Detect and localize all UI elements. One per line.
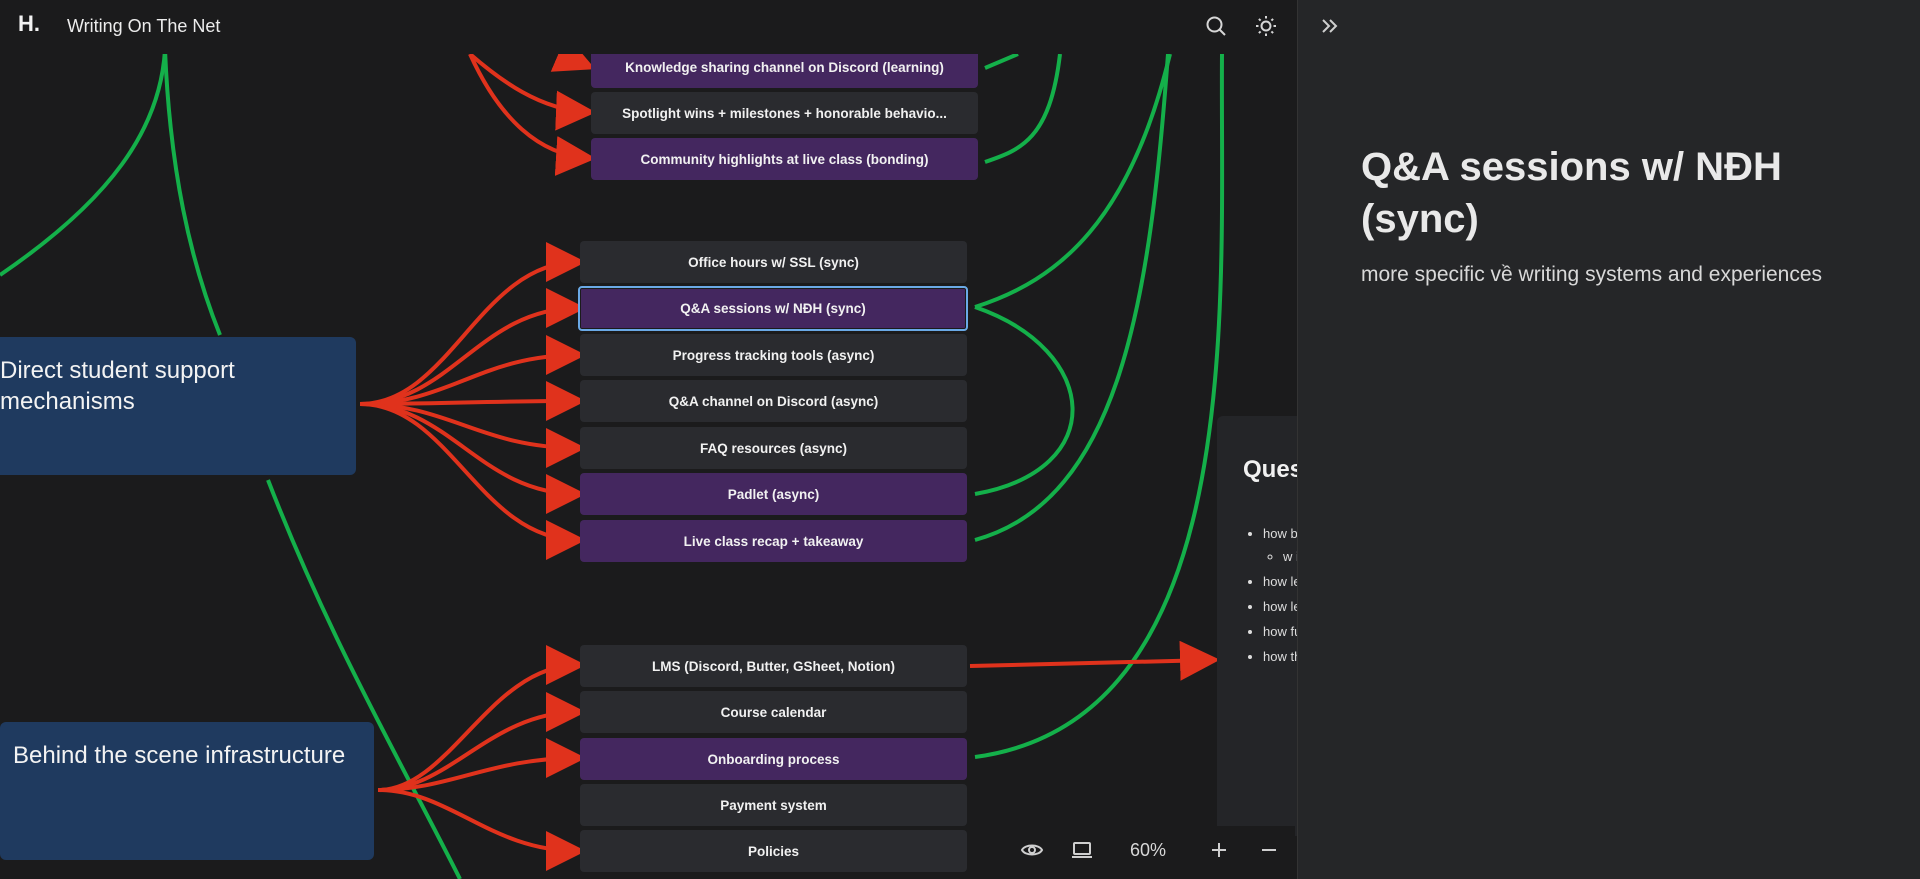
node-label: Live class recap + takeaway xyxy=(683,533,864,549)
node-label: Padlet (async) xyxy=(727,486,820,502)
list-item: how full s each xyxy=(1263,622,1297,641)
node-qa-sessions[interactable]: Q&A sessions w/ NĐH (sync) xyxy=(578,286,968,331)
list-item: how learn xyxy=(1263,572,1297,591)
node-label: Onboarding process xyxy=(707,751,840,767)
node-label: Q&A sessions w/ NĐH (sync) xyxy=(680,301,866,316)
node-qa-channel[interactable]: Q&A channel on Discord (async) xyxy=(580,380,967,422)
node-padlet[interactable]: Padlet (async) xyxy=(580,473,967,515)
node-label: Q&A channel on Discord (async) xyxy=(668,393,879,409)
present-icon[interactable] xyxy=(1070,838,1094,862)
group-label: Behind the scene infrastructure xyxy=(13,742,346,769)
collapse-panel-icon[interactable] xyxy=(1318,14,1342,38)
node-label: LMS (Discord, Butter, GSheet, Notion) xyxy=(651,658,895,674)
zoom-out-icon[interactable] xyxy=(1257,838,1281,862)
list-item-text: how bloggers over xyxy=(1263,526,1297,541)
card-list: how bloggers over w i how learn how lear… xyxy=(1243,524,1297,672)
node-payment-system[interactable]: Payment system xyxy=(580,784,967,826)
canvas[interactable]: Knowledge sharing channel on Discord (le… xyxy=(0,0,1297,879)
list-item: how the s xyxy=(1263,647,1297,666)
node-onboarding[interactable]: Onboarding process xyxy=(580,738,967,780)
node-spotlight-wins[interactable]: Spotlight wins + milestones + honorable … xyxy=(591,92,978,134)
detail-panel: Q&A sessions w/ NĐH (sync) more specific… xyxy=(1297,0,1920,879)
node-policies[interactable]: Policies xyxy=(580,830,967,872)
node-label: Progress tracking tools (async) xyxy=(672,347,875,363)
questions-tools-card[interactable]: Questions Tools how bloggers over w i ho… xyxy=(1217,416,1297,836)
node-label: Knowledge sharing channel on Discord (le… xyxy=(625,59,944,75)
search-icon[interactable] xyxy=(1204,14,1228,38)
panel-description[interactable]: more specific về writing systems and exp… xyxy=(1361,263,1901,287)
node-label: Course calendar xyxy=(720,704,827,720)
node-label: Office hours w/ SSL (sync) xyxy=(688,254,859,270)
node-label: FAQ resources (async) xyxy=(699,440,848,456)
zoom-level: 60% xyxy=(1130,840,1167,860)
node-label: Payment system xyxy=(720,797,827,813)
zoom-in-icon[interactable] xyxy=(1207,838,1231,862)
node-lms[interactable]: LMS (Discord, Butter, GSheet, Notion) xyxy=(580,645,967,687)
node-office-hours[interactable]: Office hours w/ SSL (sync) xyxy=(580,241,967,283)
node-label: Policies xyxy=(747,843,800,859)
node-label: Spotlight wins + milestones + honorable … xyxy=(622,105,947,121)
list-item: how bloggers over w i xyxy=(1263,524,1297,566)
logo-icon[interactable]: H. xyxy=(18,12,42,36)
top-bar: H. Writing On The Net xyxy=(0,0,1297,54)
sub-list-item: w i xyxy=(1283,547,1297,566)
node-faq-resources[interactable]: FAQ resources (async) xyxy=(580,427,967,469)
theme-toggle-icon[interactable] xyxy=(1254,14,1278,38)
node-progress-tracking[interactable]: Progress tracking tools (async) xyxy=(580,334,967,376)
list-item: how learn xyxy=(1263,597,1297,616)
node-course-calendar[interactable]: Course calendar xyxy=(580,691,967,733)
node-live-class-recap[interactable]: Live class recap + takeaway xyxy=(580,520,967,562)
panel-title: Q&A sessions w/ NĐH (sync) xyxy=(1361,145,1782,241)
canvas-title: Writing On The Net xyxy=(67,16,221,36)
preview-icon[interactable] xyxy=(1020,838,1044,862)
group-label: Direct student support mechanisms xyxy=(0,357,235,415)
group-behind-the-scene[interactable]: Behind the scene infrastructure xyxy=(0,722,374,860)
card-title: Questions Tools xyxy=(1243,456,1297,483)
node-community-highlights[interactable]: Community highlights at live class (bond… xyxy=(591,138,978,180)
zoom-toolbar: 60% xyxy=(1010,826,1295,874)
node-label: Community highlights at live class (bond… xyxy=(640,151,929,167)
group-direct-student-support[interactable]: Direct student support mechanisms xyxy=(0,337,356,475)
